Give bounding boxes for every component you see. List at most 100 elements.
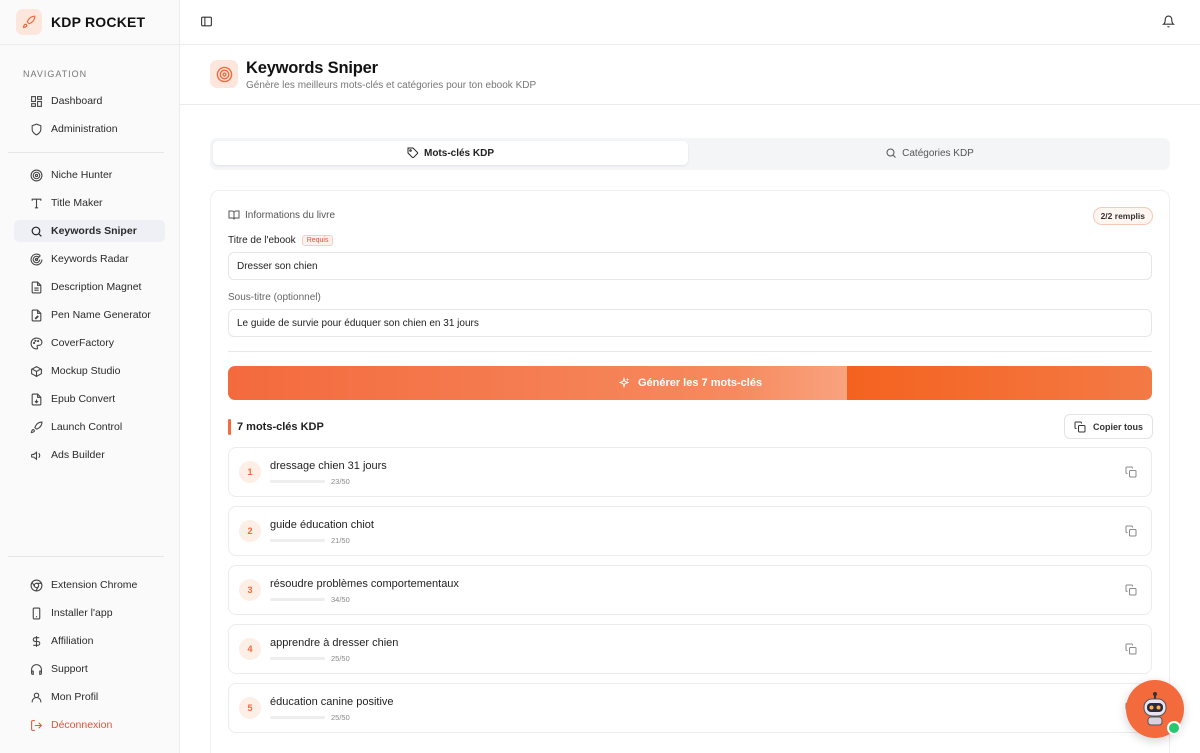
keyword-number: 1 (239, 461, 261, 483)
card-title: Informations du livre (245, 209, 336, 221)
user-icon (29, 690, 43, 704)
page-header: Keywords Sniper Génère les meilleurs mot… (180, 45, 1200, 105)
sidebar-item-label: Description Magnet (51, 281, 142, 293)
rocket-icon (29, 420, 43, 434)
headphones-icon (29, 662, 43, 676)
keyword-text: dressage chien 31 jours (270, 460, 387, 472)
rocket-logo-icon (16, 9, 42, 35)
form-divider (228, 351, 1152, 352)
target-icon (29, 168, 43, 182)
sidebar-item-label: Extension Chrome (51, 579, 138, 591)
dollar-icon (29, 634, 43, 648)
keyword-text: résoudre problèmes comportementaux (270, 578, 459, 590)
keyword-row: 4 apprendre à dresser chien 25/50 (228, 624, 1152, 674)
sidebar-item-niche-hunter[interactable]: Niche Hunter (14, 164, 165, 186)
keyword-count: 34/50 (331, 595, 350, 604)
radar-icon (29, 252, 43, 266)
sidebar-item-dashboard[interactable]: Dashboard (14, 90, 165, 112)
sidebar-item-title-maker[interactable]: Title Maker (14, 192, 165, 214)
book-info-card: Informations du livre 2/2 remplis Titre … (210, 190, 1170, 753)
brand[interactable]: KDP ROCKET (0, 0, 179, 45)
text-icon (29, 196, 43, 210)
copy-all-label: Copier tous (1092, 421, 1143, 432)
sidebar-item-label: Keywords Radar (51, 253, 129, 265)
sidebar-item-keywords-radar[interactable]: Keywords Radar (14, 248, 165, 270)
sidebar-item-extension-chrome[interactable]: Extension Chrome (14, 574, 165, 596)
sidebar-item-pen-name-generator[interactable]: Pen Name Generator (14, 304, 165, 326)
sidebar-item-affiliation[interactable]: Affiliation (14, 630, 165, 652)
search-icon (885, 147, 897, 159)
copy-all-button[interactable]: Copier tous (1063, 414, 1153, 439)
sidebar-item-keywords-sniper[interactable]: Keywords Sniper (14, 220, 165, 242)
keyword-count: 23/50 (331, 477, 350, 486)
keyword-row: 5 éducation canine positive 25/50 (228, 683, 1152, 733)
copy-icon (1074, 421, 1086, 433)
generate-keywords-button[interactable]: Générer les 7 mots-clés (228, 366, 1152, 400)
search-icon (29, 224, 43, 238)
copy-icon[interactable] (1125, 466, 1137, 478)
tab-label: Mots-clés KDP (423, 147, 494, 159)
keyword-length-bar (270, 539, 325, 542)
sidebar-item-label: Administration (51, 123, 118, 135)
keyword-row: 3 résoudre problèmes comportementaux 34/50 (228, 565, 1152, 615)
sidebar-item-launch-control[interactable]: Launch Control (14, 416, 165, 438)
sidebar-item-epub-convert[interactable]: Epub Convert (14, 388, 165, 410)
sidebar-item-label: Launch Control (51, 421, 123, 433)
copy-icon[interactable] (1125, 643, 1137, 655)
sidebar-item-label: Keywords Sniper (51, 225, 137, 237)
keyword-number: 5 (239, 697, 261, 719)
sidebar-item-support[interactable]: Support (14, 658, 165, 680)
keyword-row: 1 dressage chien 31 jours 23/50 (228, 447, 1152, 497)
sparkles-icon (618, 377, 630, 389)
filled-badge: 2/2 remplis (1092, 207, 1153, 225)
subtitle-field-label: Sous-titre (optionnel) (228, 292, 321, 303)
online-status-dot (1167, 721, 1181, 735)
sidebar-item-profile[interactable]: Mon Profil (14, 686, 165, 708)
robot-icon (1143, 692, 1167, 726)
sidebar-item-description-magnet[interactable]: Description Magnet (14, 276, 165, 298)
keyword-number: 4 (239, 638, 261, 660)
tab-categories[interactable]: Catégories KDP (692, 141, 1167, 165)
sidebar-item-label: Ads Builder (51, 449, 105, 461)
bell-icon[interactable] (1162, 15, 1176, 29)
heading-accent-bar (228, 419, 231, 435)
sidebar-item-label: Pen Name Generator (51, 309, 151, 321)
sidebar-item-label: CoverFactory (51, 337, 115, 349)
sidebar-item-mockup-studio[interactable]: Mockup Studio (14, 360, 165, 382)
tag-icon (407, 147, 419, 159)
sidebar-toggle-icon[interactable] (200, 15, 214, 29)
keyword-length-bar (270, 716, 325, 719)
tab-keywords[interactable]: Mots-clés KDP (213, 141, 688, 165)
copy-icon[interactable] (1125, 525, 1137, 537)
title-label-text: Titre de l'ebook (228, 235, 296, 246)
keyword-text: apprendre à dresser chien (270, 637, 399, 649)
sidebar-item-label: Epub Convert (51, 393, 116, 405)
keyword-text: guide éducation chiot (270, 519, 374, 531)
card-header: Informations du livre (228, 209, 335, 221)
keyword-length-bar (270, 657, 325, 660)
sidebar-item-coverfactory[interactable]: CoverFactory (14, 332, 165, 354)
grid-icon (29, 94, 43, 108)
sidebar-item-logout[interactable]: Déconnexion (14, 714, 165, 736)
sidebar-item-label: Installer l'app (51, 607, 113, 619)
required-badge: Requis (301, 235, 334, 246)
subtitle-input[interactable]: Le guide de survie pour éduquer son chie… (228, 309, 1152, 337)
book-open-icon (228, 209, 240, 221)
keyword-row: 2 guide éducation chiot 21/50 (228, 506, 1152, 556)
file-convert-icon (29, 392, 43, 406)
sidebar-item-administration[interactable]: Administration (14, 118, 165, 140)
sidebar-item-ads-builder[interactable]: Ads Builder (14, 444, 165, 466)
main-content: Mots-clés KDP Catégories KDP Information… (180, 105, 1200, 753)
shield-icon (29, 122, 43, 136)
copy-icon[interactable] (1125, 584, 1137, 596)
file-text-icon (29, 280, 43, 294)
sidebar-item-install-app[interactable]: Installer l'app (14, 602, 165, 624)
sidebar-item-label: Niche Hunter (51, 169, 113, 181)
keywords-heading: 7 mots-clés KDP (228, 419, 324, 435)
app-name: KDP ROCKET (51, 14, 146, 30)
title-input[interactable]: Dresser son chien (228, 252, 1152, 280)
keywords-heading-text: 7 mots-clés KDP (237, 421, 324, 433)
smartphone-icon (29, 606, 43, 620)
keyword-number: 3 (239, 579, 261, 601)
keyword-length-bar (270, 480, 325, 483)
